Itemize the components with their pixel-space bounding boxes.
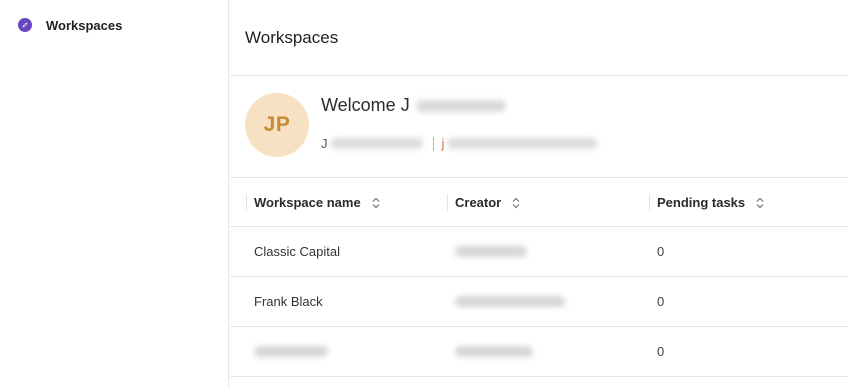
redacted-name [415,99,506,112]
creator-cell [455,227,527,276]
sidebar-item-workspaces[interactable]: Workspaces [18,14,122,36]
table-header: Workspace name Creator Pending tasks [230,178,848,227]
column-label: Pending tasks [657,195,746,210]
pending-tasks-cell: 0 [657,294,665,309]
column-header-pending-tasks[interactable]: Pending tasks [649,178,765,227]
column-header-workspace-name[interactable]: Workspace name [246,178,381,227]
redacted-creator [455,346,533,357]
column-divider [447,194,448,211]
sort-icon[interactable] [511,197,521,209]
welcome-greeting: Welcome J [321,95,506,116]
table-row[interactable]: Frank Black 0 [230,277,848,327]
creator-cell [455,327,533,376]
main-content: Workspaces JP Welcome J J j Workspace na… [230,0,848,388]
column-divider [649,194,650,211]
sort-icon[interactable] [371,197,381,209]
compass-icon [18,18,32,32]
page-title: Workspaces [245,27,339,47]
workspace-name-cell: Classic Capital [254,244,340,259]
redacted-creator [455,246,527,257]
workspace-name-cell [254,327,328,376]
table-row[interactable]: 0 [230,327,848,377]
welcome-panel: JP Welcome J J j [230,76,848,178]
column-label: Creator [455,195,502,210]
workspaces-table: Workspace name Creator Pending tasks Cla… [230,178,848,377]
email-prefix: j [441,136,445,151]
page-header: Workspaces [230,0,848,76]
creator-cell [455,277,565,326]
redacted-workspace-name [254,346,328,357]
redacted-creator [455,296,565,307]
table-row[interactable]: Classic Capital 0 [230,227,848,277]
sidebar-item-label: Workspaces [46,17,123,33]
sidebar: Workspaces [0,0,229,388]
divider [432,136,434,151]
redacted-user-id [330,138,423,149]
avatar: JP [245,93,309,157]
column-header-creator[interactable]: Creator [447,178,521,227]
user-id-prefix: J [321,136,328,151]
pending-tasks-cell: 0 [657,344,665,359]
sort-icon[interactable] [755,197,765,209]
user-info-line: J j [321,136,598,151]
workspace-name-cell: Frank Black [254,294,323,309]
column-divider [246,194,247,211]
greeting-text: Welcome J [321,95,410,115]
redacted-email [447,138,598,149]
column-label: Workspace name [254,195,361,210]
pending-tasks-cell: 0 [657,244,665,259]
